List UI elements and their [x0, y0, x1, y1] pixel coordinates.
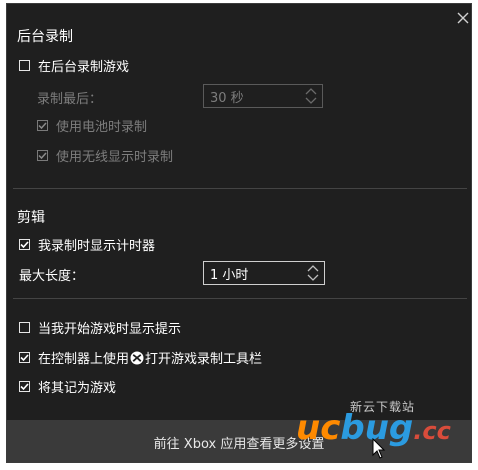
- spinner-arrows-icon[interactable]: [304, 87, 318, 105]
- checkbox-box[interactable]: [19, 238, 30, 250]
- show-timer-checkbox[interactable]: 我录制时显示计时器: [19, 235, 156, 254]
- record-in-background-checkbox[interactable]: 在后台录制游戏: [19, 56, 130, 75]
- xbox-icon: [130, 351, 144, 364]
- controller-label-after: 打开游戏录制工具栏: [145, 351, 263, 367]
- checkbox-box[interactable]: [19, 321, 30, 333]
- use-wireless-display-label: 使用无线显示时录制: [56, 149, 174, 165]
- checkbox-box[interactable]: [37, 149, 48, 161]
- controller-label-before: 在控制器上使用: [38, 351, 130, 367]
- checkbox-box[interactable]: [19, 380, 30, 392]
- record-last-spinner[interactable]: 30 秒: [203, 84, 323, 108]
- remember-game-checkbox[interactable]: 将其记为游戏: [19, 377, 117, 396]
- max-length-value: 1 小时: [210, 267, 249, 283]
- record-last-label: 录制最后：: [37, 88, 103, 107]
- section-title-background-recording: 后台录制: [17, 29, 73, 45]
- use-wireless-display-checkbox[interactable]: 使用无线显示时录制: [37, 146, 174, 165]
- show-tips-checkbox[interactable]: 当我开始游戏时显示提示: [19, 318, 182, 337]
- controller-toolbar-label: 在控制器上使用 打开游戏录制工具栏: [38, 348, 262, 367]
- checkbox-box[interactable]: [37, 119, 48, 131]
- footer-label: 前往 Xbox 应用查看更多设置: [153, 436, 325, 452]
- section-title-clips: 剪辑: [17, 210, 45, 226]
- record-last-value: 30 秒: [210, 90, 244, 106]
- remember-game-label: 将其记为游戏: [38, 380, 117, 396]
- max-length-spinner[interactable]: 1 小时: [203, 261, 325, 285]
- record-last-label-text: 录制最后：: [37, 91, 103, 107]
- max-length-label-text: 最大长度：: [19, 268, 85, 284]
- game-bar-settings-dialog: 后台录制 在后台录制游戏 录制最后： 30 秒 使用电池时录制 使用无线显示时录…: [6, 3, 472, 463]
- divider: [13, 298, 467, 299]
- divider: [13, 188, 467, 189]
- close-icon[interactable]: [455, 10, 471, 26]
- open-xbox-app-settings-link[interactable]: 前往 Xbox 应用查看更多设置: [7, 420, 471, 462]
- spinner-arrows-icon[interactable]: [306, 264, 320, 282]
- use-battery-checkbox[interactable]: 使用电池时录制: [37, 116, 148, 135]
- record-in-background-label: 在后台录制游戏: [38, 59, 130, 75]
- mouse-cursor-icon: [372, 438, 386, 459]
- checkbox-box[interactable]: [19, 351, 30, 363]
- show-tips-label: 当我开始游戏时显示提示: [38, 321, 182, 337]
- show-timer-label: 我录制时显示计时器: [38, 238, 156, 254]
- controller-toolbar-checkbox[interactable]: 在控制器上使用 打开游戏录制工具栏: [19, 348, 262, 367]
- max-length-label: 最大长度：: [19, 265, 85, 284]
- use-battery-label: 使用电池时录制: [56, 119, 148, 135]
- checkbox-box[interactable]: [19, 59, 30, 71]
